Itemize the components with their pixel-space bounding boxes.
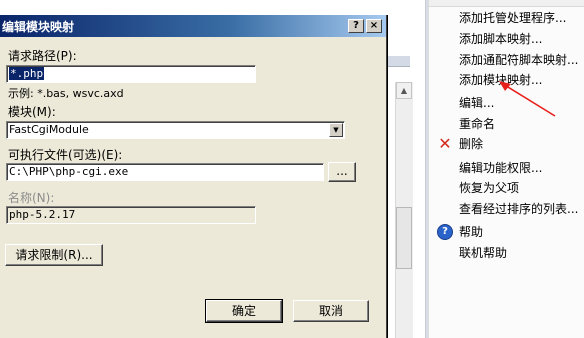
action-revert-to-parent[interactable]: 恢复为父项 (459, 180, 519, 196)
module-dropdown[interactable]: FastCgiModule ▼ (6, 121, 345, 139)
vertical-scrollbar[interactable]: ▲ (395, 82, 413, 338)
executable-input[interactable]: C:\PHP\php-cgi.exe (6, 163, 324, 181)
action-view-ordered-list[interactable]: 查看经过排序的列表... (459, 201, 578, 217)
request-restrictions-button[interactable]: 请求限制(R)... (5, 244, 103, 266)
action-online-help[interactable]: 联机帮助 (459, 245, 507, 261)
actions-pane: 添加托管处理程序... 添加脚本映射... 添加通配符脚本映射... 添加模块映… (429, 0, 584, 338)
annotation-arrow (499, 81, 556, 117)
browse-button[interactable]: ... (328, 162, 356, 182)
request-path-label: 请求路径(P): (8, 49, 77, 63)
module-value: FastCgiModule (9, 123, 89, 136)
name-value: php-5.2.17 (9, 208, 76, 221)
name-label: 名称(N): (8, 191, 55, 205)
edit-module-mapping-dialog: 编辑模块映射 ? × 请求路径(P): *.php 示例: *.bas, wsv… (0, 15, 387, 338)
action-help[interactable]: 帮助 (459, 224, 483, 240)
action-add-managed-handler[interactable]: 添加托管处理程序... (459, 10, 566, 26)
scroll-thumb[interactable] (396, 207, 412, 269)
scroll-up-button[interactable]: ▲ (396, 82, 412, 99)
module-label: 模块(M): (8, 105, 56, 119)
action-delete[interactable]: 删除 (459, 136, 483, 152)
request-path-example: 示例: *.bas, wsvc.axd (8, 87, 124, 100)
close-button[interactable]: × (366, 19, 382, 33)
name-input: php-5.2.17 (6, 206, 256, 224)
action-rename[interactable]: 重命名 (459, 116, 495, 132)
chevron-down-icon[interactable]: ▼ (329, 123, 343, 137)
request-path-input[interactable]: *.php (6, 65, 256, 83)
dialog-titlebar[interactable]: 编辑模块映射 ? × (0, 15, 386, 37)
action-edit-feature-permissions[interactable]: 编辑功能权限... (459, 160, 542, 176)
ok-button[interactable]: 确定 (205, 299, 283, 323)
cancel-button[interactable]: 取消 (293, 300, 369, 322)
request-path-value: *.php (9, 67, 45, 80)
help-button[interactable]: ? (348, 19, 364, 33)
delete-icon: ✕ (438, 134, 452, 153)
action-edit[interactable]: 编辑... (459, 95, 494, 111)
action-add-script-map[interactable]: 添加脚本映射... (459, 31, 542, 47)
executable-value: C:\PHP\php-cgi.exe (9, 165, 129, 178)
action-add-wildcard-script-map[interactable]: 添加通配符脚本映射... (459, 52, 578, 68)
executable-label: 可执行文件(可选)(E): (8, 148, 123, 162)
dialog-title: 编辑模块映射 (2, 20, 75, 34)
help-icon: ? (437, 224, 453, 240)
actions-pane-top-border (429, 0, 584, 7)
